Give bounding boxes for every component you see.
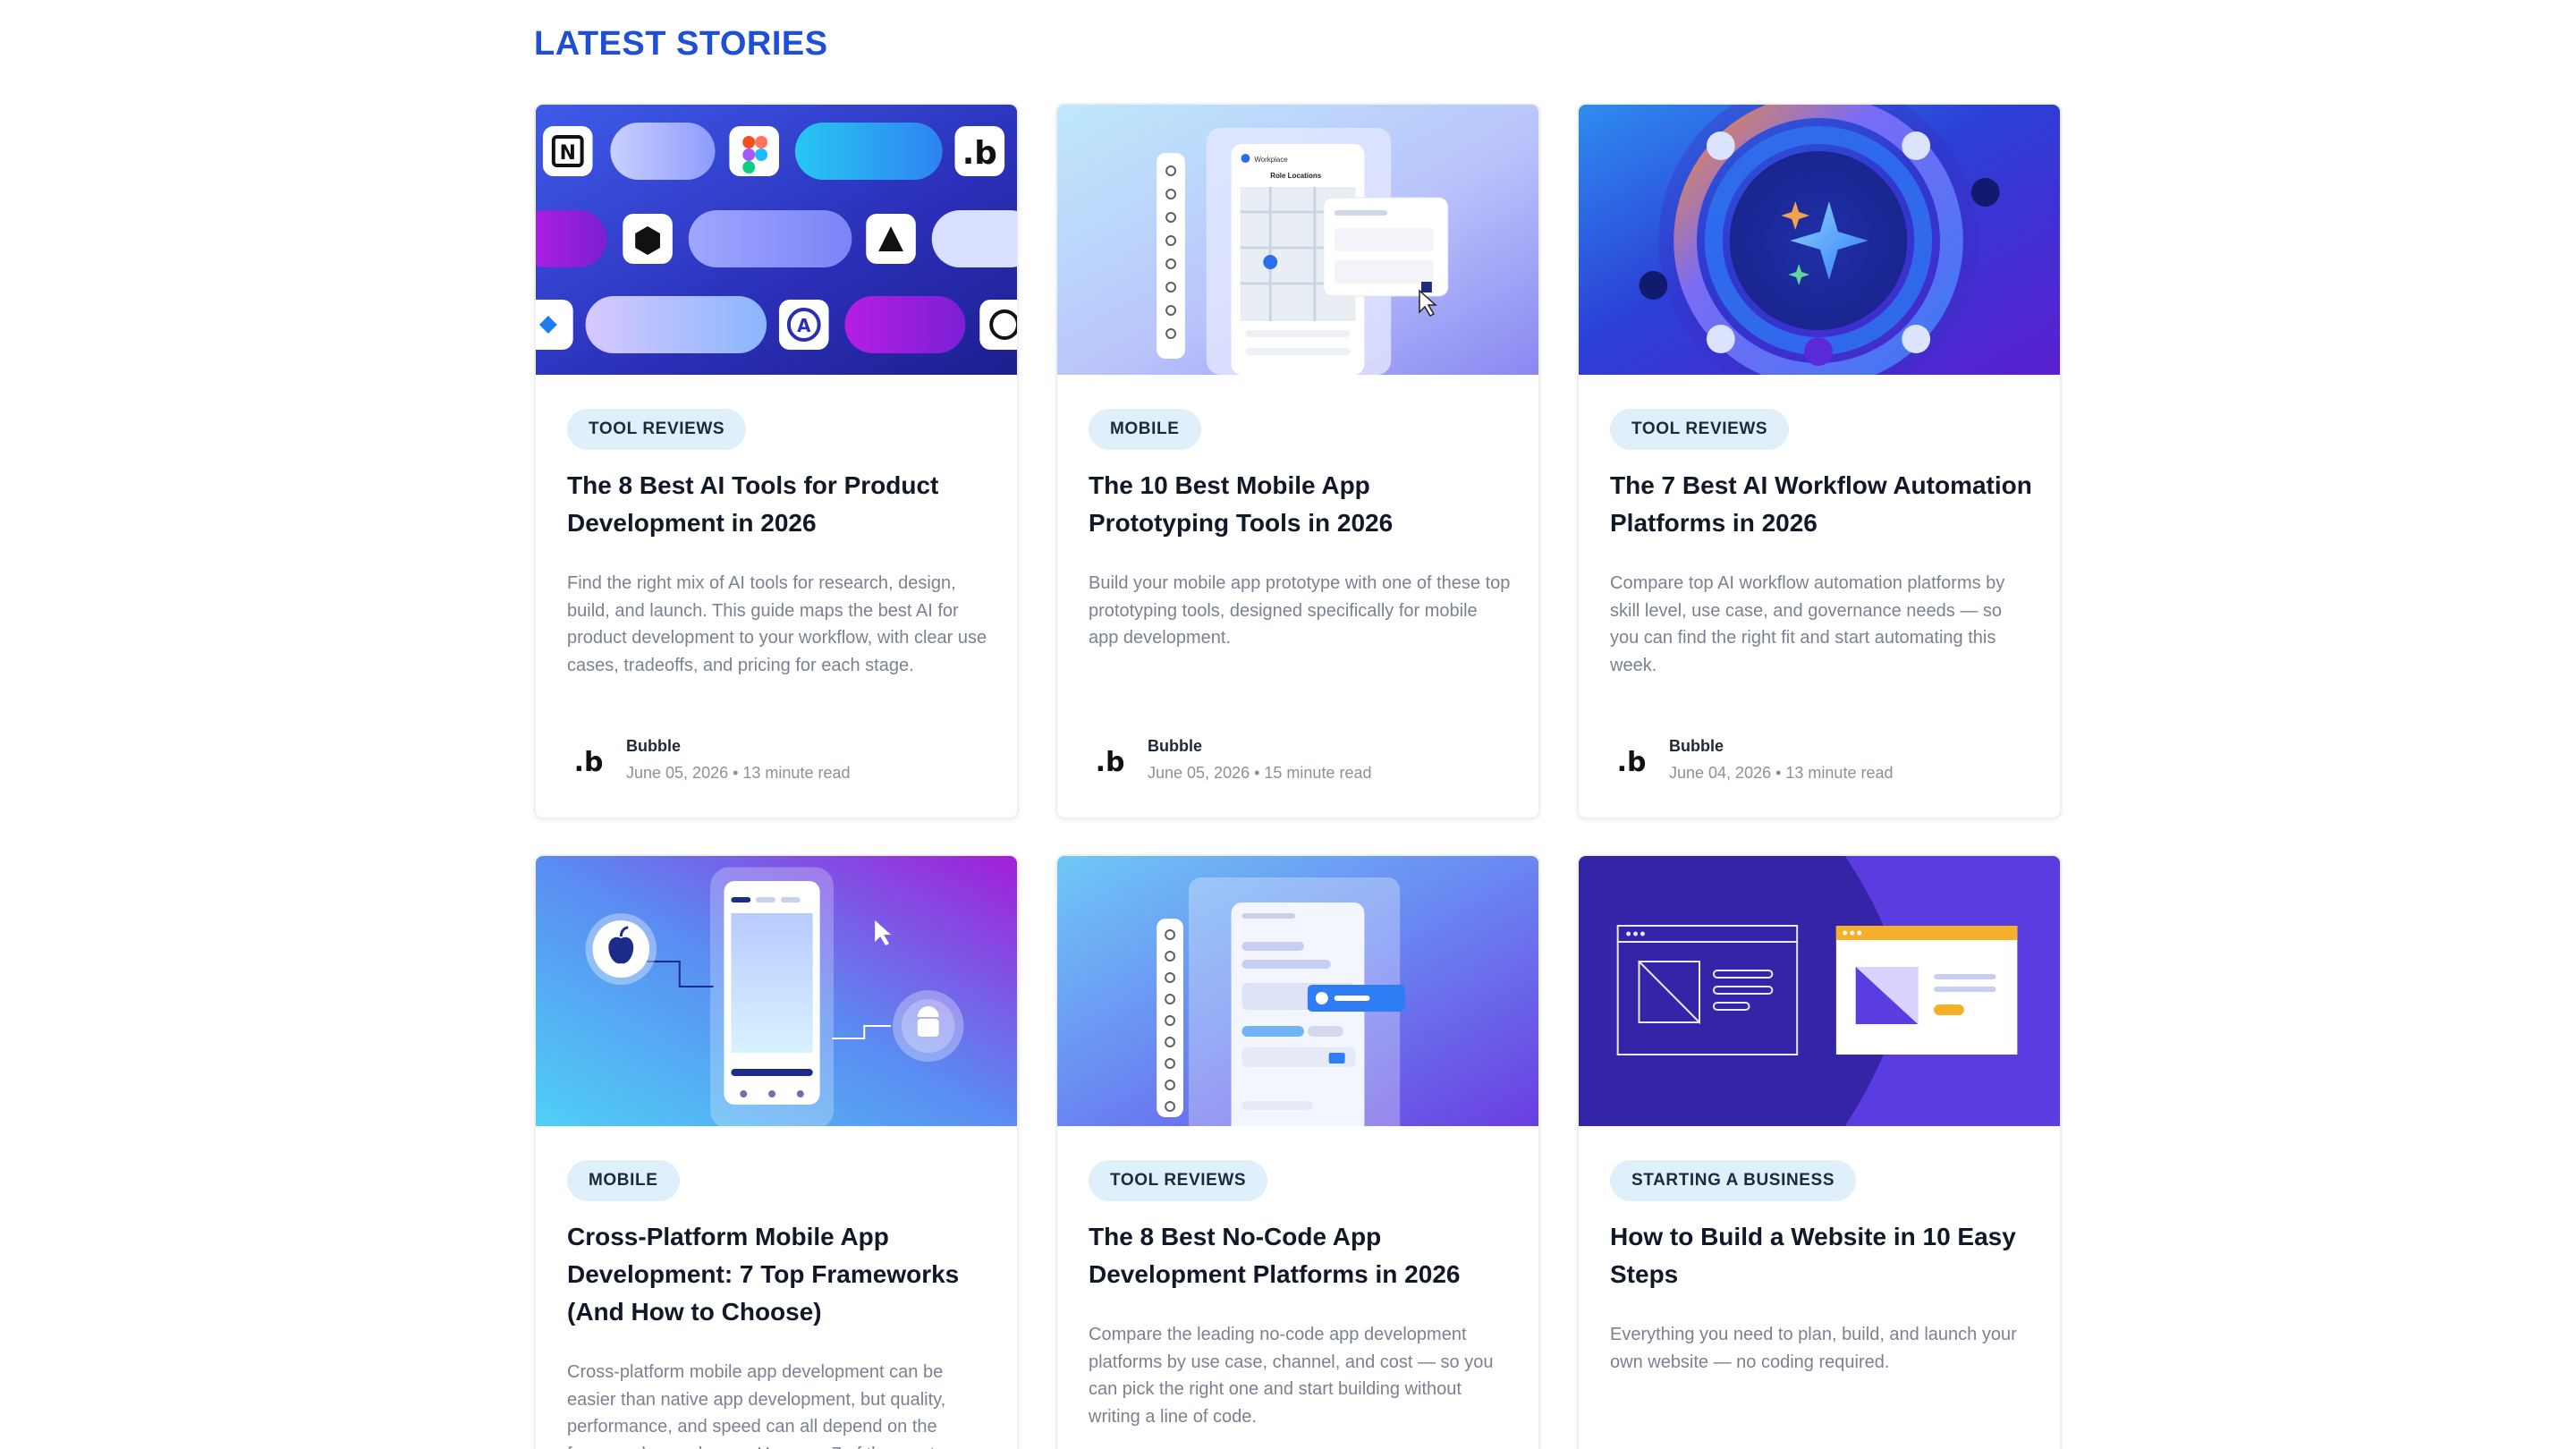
- story-card[interactable]: TOOL REVIEWS The 8 Best No-Code App Deve…: [1055, 854, 1540, 1449]
- post-meta: June 04, 2026 • 13 minute read: [1669, 764, 1894, 782]
- author-name: Bubble: [1669, 737, 1724, 755]
- story-card[interactable]: MOBILE Cross-Platform Mobile App Develop…: [534, 854, 1019, 1449]
- bubble-logo-icon: .b: [567, 741, 610, 784]
- phone-apple-android-illustration: [536, 856, 1017, 1126]
- ai-sparkle-orbit-illustration: [1579, 105, 2060, 375]
- author-name: Bubble: [1148, 737, 1202, 755]
- bubble-logo-icon: .b: [1610, 741, 1653, 784]
- story-card[interactable]: TOOL REVIEWS The 7 Best AI Workflow Auto…: [1577, 103, 2062, 819]
- card-description: Everything you need to plan, build, and …: [1610, 1325, 2017, 1372]
- category-badge[interactable]: MOBILE: [1089, 409, 1201, 450]
- bubble-logo-icon: .b: [1089, 741, 1131, 784]
- category-badge[interactable]: MOBILE: [567, 1160, 680, 1201]
- category-badge[interactable]: TOOL REVIEWS: [1089, 1160, 1268, 1201]
- card-title[interactable]: Cross-Platform Mobile App Development: 7…: [567, 1218, 995, 1331]
- story-card[interactable]: STARTING A BUSINESS How to Build a Websi…: [1577, 854, 2062, 1449]
- svg-text:N: N: [560, 142, 576, 165]
- author-name: Bubble: [626, 737, 681, 755]
- card-description: Find the right mix of AI tools for resea…: [567, 573, 987, 675]
- category-badge[interactable]: STARTING A BUSINESS: [1610, 1160, 1857, 1201]
- author-row: .b Bubble June 05, 2026 • 15 minute read: [1089, 735, 1482, 789]
- card-description: Build your mobile app prototype with one…: [1089, 573, 1511, 648]
- app-editor-illustration: Workplace Role Locations: [1057, 105, 1538, 375]
- card-title[interactable]: The 8 Best No-Code App Development Platf…: [1089, 1218, 1516, 1293]
- author-row: .b Bubble June 05, 2026 • 13 minute read: [567, 735, 961, 789]
- mockup-app-name: Workplace: [1254, 156, 1288, 164]
- post-meta: June 05, 2026 • 15 minute read: [1148, 764, 1372, 782]
- post-meta: June 05, 2026 • 13 minute read: [626, 764, 851, 782]
- svg-text:A: A: [797, 316, 811, 336]
- story-card[interactable]: N .b A TOOL REVIEWS The 8 Best AI Tools …: [534, 103, 1019, 819]
- category-badge[interactable]: TOOL REVIEWS: [567, 409, 747, 450]
- card-description: Cross-platform mobile app development ca…: [567, 1362, 946, 1449]
- tool-logos-illustration: N .b A: [536, 105, 1017, 375]
- card-title[interactable]: How to Build a Website in 10 Easy Steps: [1610, 1218, 2038, 1293]
- card-title[interactable]: The 8 Best AI Tools for Product Developm…: [567, 467, 995, 542]
- card-description: Compare top AI workflow automation platf…: [1610, 573, 2005, 675]
- mockup-screen-title: Role Locations: [1270, 172, 1321, 180]
- svg-text:.b: .b: [962, 135, 997, 172]
- author-row: .b Bubble June 04, 2026 • 13 minute read: [1610, 735, 2004, 789]
- section-title: LATEST STORIES: [534, 25, 828, 63]
- website-wireframe-illustration: [1579, 856, 2060, 1126]
- category-badge[interactable]: TOOL REVIEWS: [1610, 409, 1790, 450]
- no-code-editor-illustration: [1057, 856, 1538, 1126]
- card-title[interactable]: The 7 Best AI Workflow Automation Platfo…: [1610, 467, 2038, 542]
- card-title[interactable]: The 10 Best Mobile App Prototyping Tools…: [1089, 467, 1516, 542]
- card-description: Compare the leading no-code app developm…: [1089, 1325, 1494, 1427]
- story-card[interactable]: Workplace Role Locations MOBILE The 10 B…: [1055, 103, 1540, 819]
